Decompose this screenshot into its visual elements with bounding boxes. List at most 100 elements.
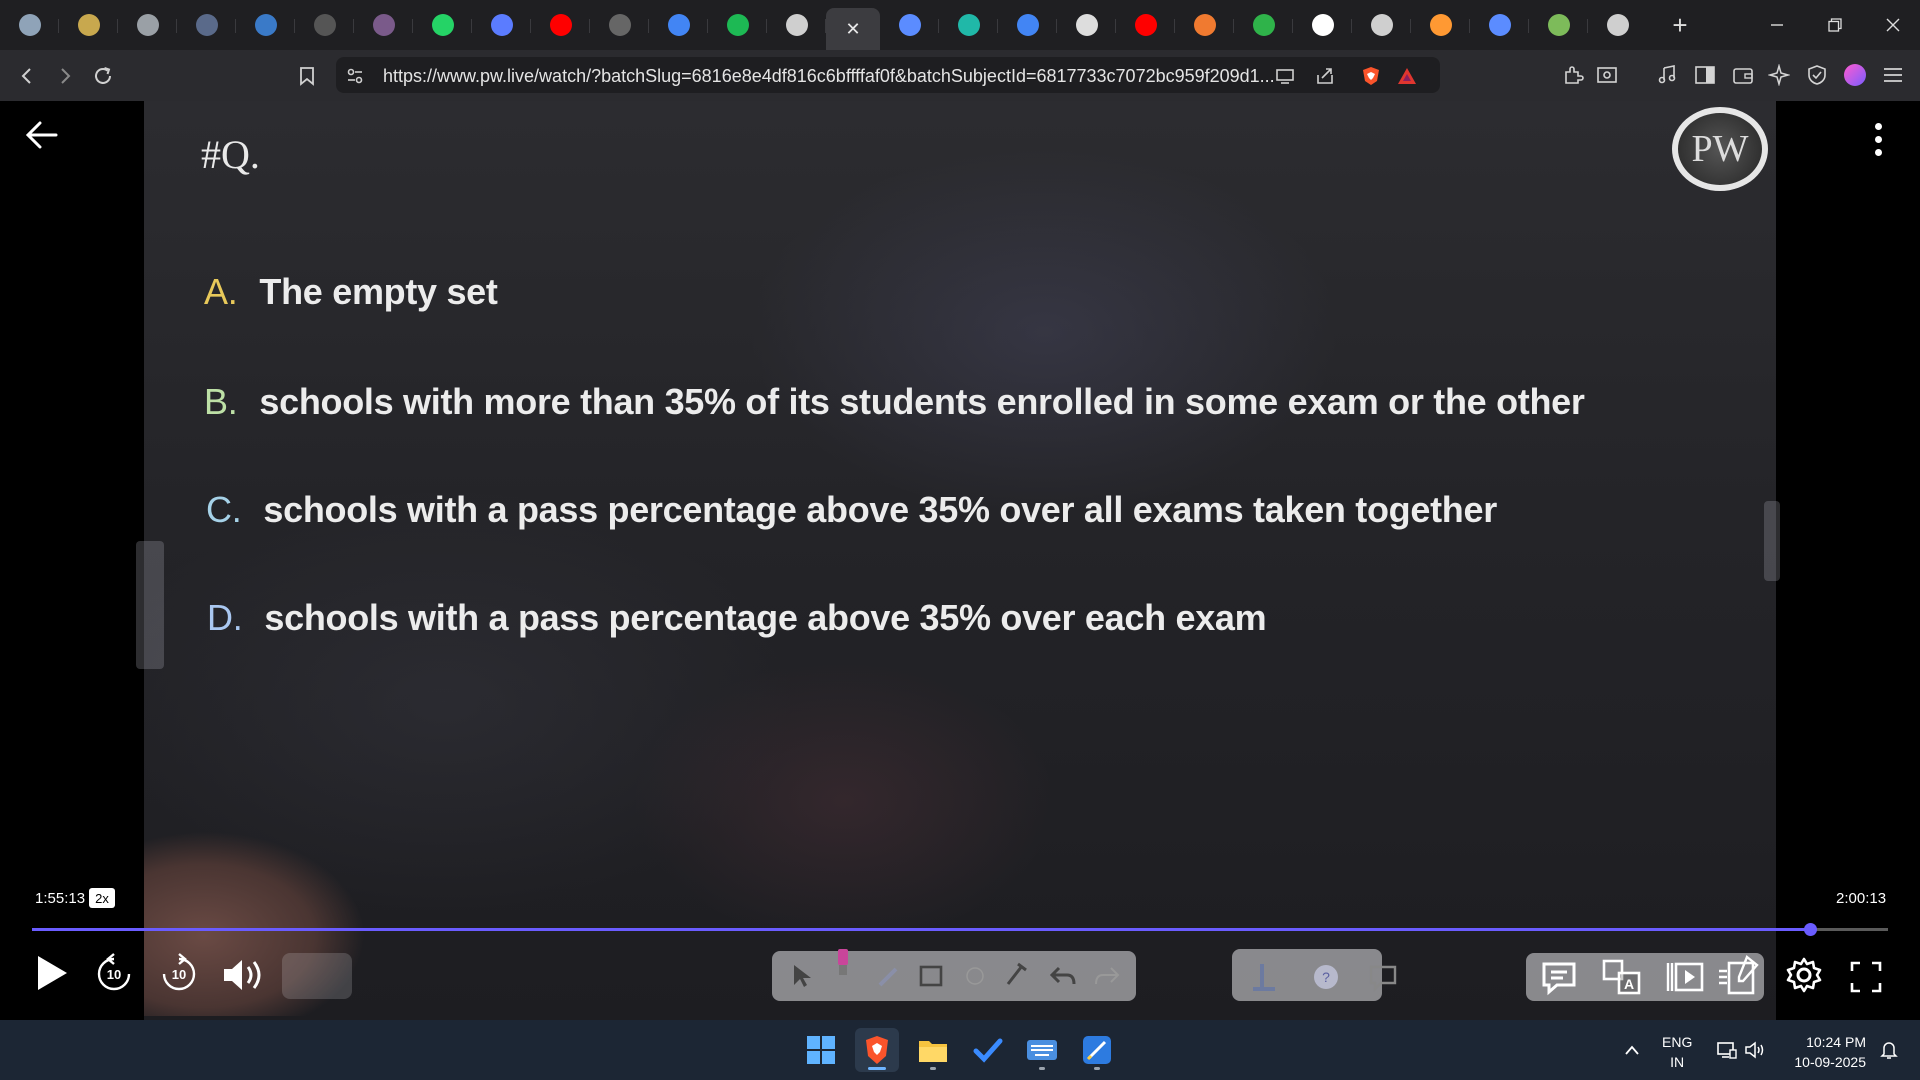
browser-tab[interactable] [880, 5, 939, 45]
browser-tab[interactable] [1470, 5, 1529, 45]
more-options-button[interactable] [1862, 119, 1894, 159]
browser-tab[interactable] [0, 5, 59, 45]
playback-speed-badge[interactable]: 2x [89, 888, 115, 908]
profile-avatar[interactable] [1840, 60, 1870, 90]
close-window-button[interactable] [1864, 0, 1920, 50]
language-indicator[interactable]: ENG IN [1662, 1032, 1692, 1072]
browser-tab[interactable] [1116, 5, 1175, 45]
share-icon[interactable] [1314, 65, 1336, 87]
browser-tab[interactable] [1588, 5, 1647, 45]
globe-icon [785, 14, 808, 36]
notes-button[interactable] [1716, 953, 1762, 999]
vpn-icon[interactable] [1802, 60, 1832, 90]
taskbar-file-explorer[interactable] [911, 1028, 955, 1072]
right-panel-handle[interactable] [1764, 501, 1780, 581]
gear-icon [1786, 957, 1822, 993]
extensions-icon[interactable] [1558, 60, 1588, 90]
tray-overflow-button[interactable] [1620, 1036, 1644, 1064]
translate-button[interactable]: A [1600, 955, 1644, 999]
system-clock[interactable]: 10:24 PM 10-09-2025 [1782, 1032, 1866, 1072]
rewind-10-button[interactable]: 10 [93, 953, 135, 995]
media-icon[interactable] [1652, 60, 1682, 90]
taskbar-keyboard-app[interactable] [1020, 1028, 1064, 1072]
forward-10-button[interactable]: 10 [158, 953, 200, 995]
minimize-button[interactable] [1748, 0, 1806, 50]
new-tab-button[interactable]: + [1662, 8, 1698, 42]
taskbar-brave[interactable] [855, 1028, 899, 1072]
settings-button[interactable] [1782, 953, 1826, 997]
browser-tab[interactable] [1411, 5, 1470, 45]
option-d: D. schools with a pass percentage above … [207, 597, 1267, 639]
menu-icon[interactable] [1878, 60, 1908, 90]
progress-thumb[interactable] [1804, 923, 1818, 936]
subtitles-button[interactable] [1538, 955, 1580, 999]
browser-tab[interactable] [531, 5, 590, 45]
start-button[interactable] [799, 1028, 843, 1072]
option-a: A. The empty set [204, 271, 498, 313]
youtube-icon [549, 14, 572, 36]
running-indicator [1094, 1067, 1100, 1070]
browser-tab[interactable] [1234, 5, 1293, 45]
rewards-icon[interactable] [1396, 65, 1418, 87]
site-settings-icon[interactable] [344, 65, 366, 87]
leo-ai-icon[interactable] [1764, 60, 1794, 90]
browser-tab[interactable] [1293, 5, 1352, 45]
reader-mode-icon[interactable] [1592, 60, 1622, 90]
left-panel-handle[interactable] [136, 541, 164, 669]
close-tab-icon[interactable]: ✕ [845, 19, 860, 40]
browser-tab[interactable]: ✕ [826, 8, 880, 50]
whiteboard-icon [1083, 1036, 1111, 1064]
picture-in-picture-button[interactable] [1664, 955, 1708, 999]
sidebar-icon[interactable] [1690, 60, 1720, 90]
browser-tab[interactable] [295, 5, 354, 45]
e2p-icon [608, 14, 631, 36]
browser-tab[interactable] [1529, 5, 1588, 45]
bookmark-button[interactable] [292, 61, 322, 91]
cast-icon[interactable] [1274, 65, 1296, 87]
browser-tab[interactable] [236, 5, 295, 45]
browser-tab[interactable] [472, 5, 531, 45]
browser-tab[interactable] [1057, 5, 1116, 45]
browser-tab[interactable] [708, 5, 767, 45]
dotted-circle-icon [313, 14, 336, 36]
speaker-icon[interactable] [1742, 1036, 1768, 1064]
browser-tab[interactable] [649, 5, 708, 45]
browser-tab[interactable] [118, 5, 177, 45]
rewind-seconds: 10 [106, 966, 122, 982]
taskbar-todo[interactable] [966, 1028, 1010, 1072]
poll-icon [1244, 957, 1284, 997]
video-frame[interactable]: #Q. A. The empty set B. schools with mor… [144, 101, 1776, 1020]
taskbar-whiteboard[interactable] [1075, 1028, 1119, 1072]
pen-icon [872, 959, 906, 993]
volume-icon [224, 960, 261, 990]
restore-button[interactable] [1806, 0, 1864, 50]
fullscreen-button[interactable] [1846, 957, 1886, 997]
wallet-icon[interactable] [1728, 60, 1758, 90]
browser-tab[interactable] [413, 5, 472, 45]
browser-tab[interactable] [939, 5, 998, 45]
brave-shields-icon[interactable] [1360, 65, 1382, 87]
browser-tab[interactable] [354, 5, 413, 45]
browser-tab[interactable] [1175, 5, 1234, 45]
back-button[interactable] [24, 117, 60, 153]
reload-button[interactable] [88, 61, 118, 91]
video-player[interactable]: #Q. A. The empty set B. schools with mor… [0, 101, 1920, 1020]
notifications-button[interactable] [1876, 1036, 1902, 1064]
address-bar[interactable]: https://www.pw.live/watch/?batchSlug=681… [336, 57, 1440, 93]
forward-nav-button[interactable] [50, 61, 80, 91]
browser-tab[interactable] [59, 5, 118, 45]
browser-tab[interactable] [767, 5, 826, 45]
forward-seconds: 10 [171, 966, 187, 982]
browser-tab[interactable] [177, 5, 236, 45]
progress-bar[interactable] [32, 923, 1888, 936]
network-icon[interactable] [1714, 1036, 1740, 1064]
option-c: C. schools with a pass percentage above … [206, 489, 1497, 531]
browser-tab[interactable] [1352, 5, 1411, 45]
volume-button[interactable] [218, 953, 268, 997]
restore-icon [1828, 18, 1842, 32]
browser-tab[interactable] [590, 5, 649, 45]
back-nav-button[interactable] [12, 61, 42, 91]
play-button[interactable] [32, 951, 72, 995]
browser-tab[interactable] [998, 5, 1057, 45]
bell-icon [1880, 1042, 1898, 1059]
